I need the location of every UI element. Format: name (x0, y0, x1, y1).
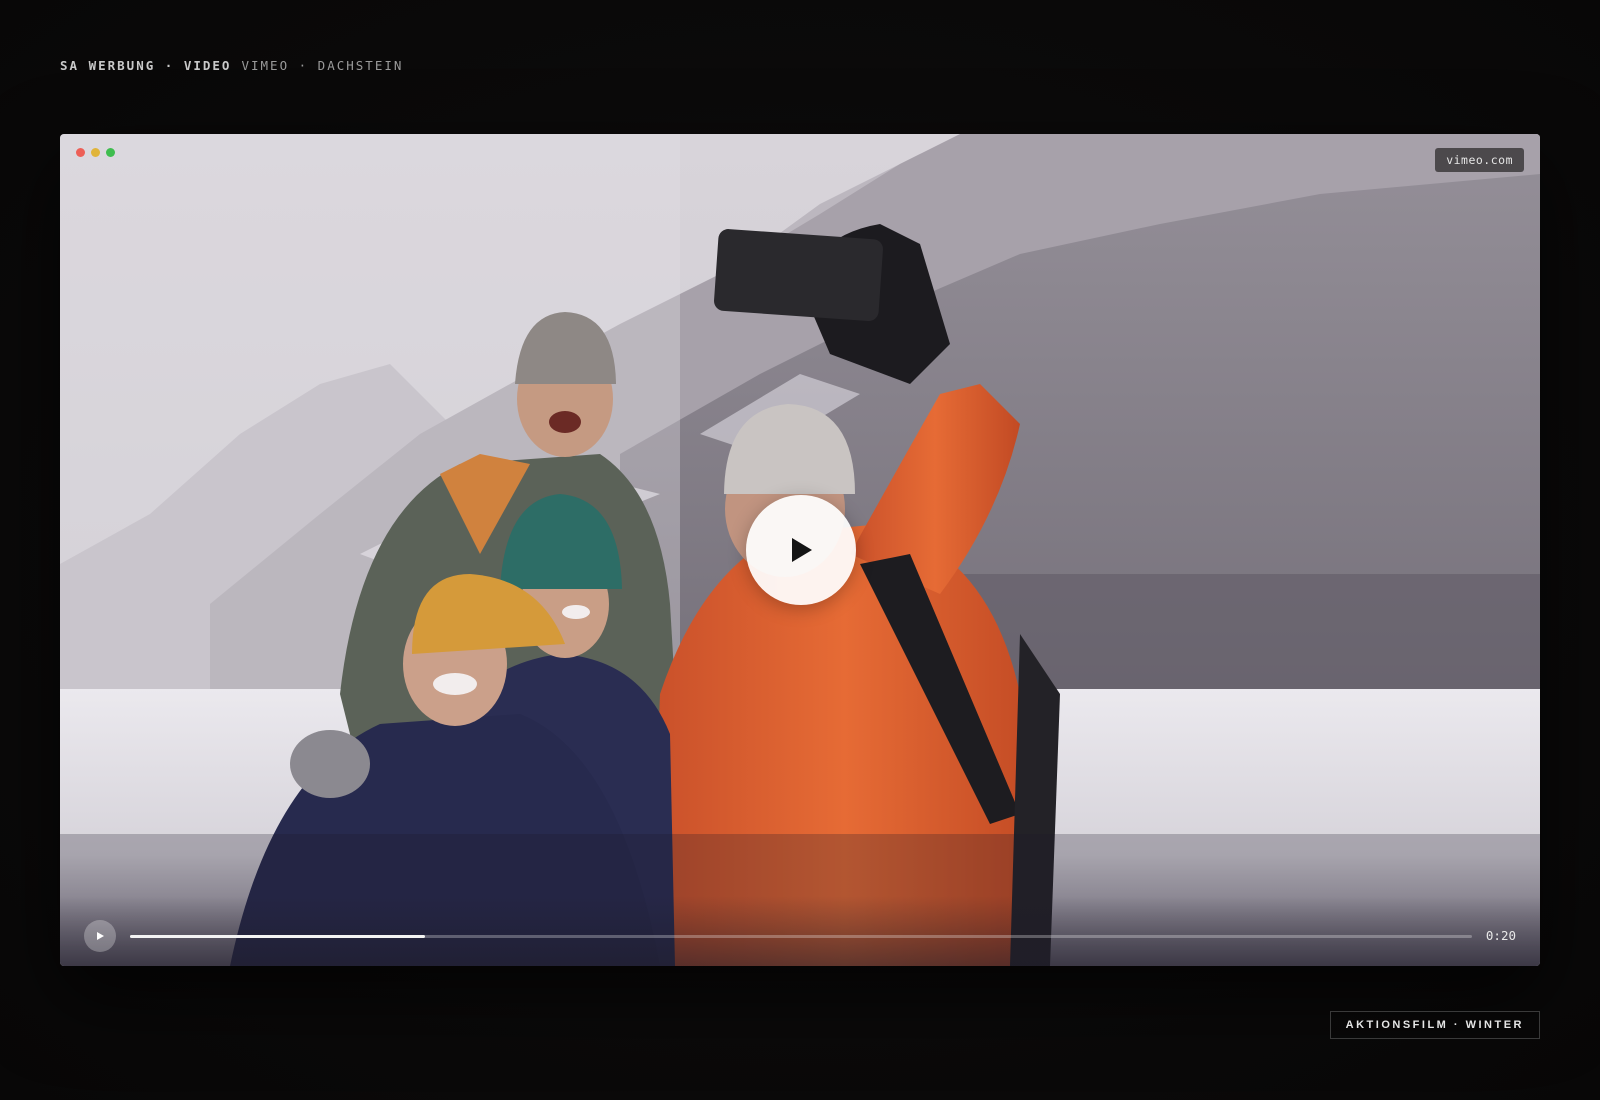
player-controls: 0:20 (60, 896, 1540, 966)
progress-fill (130, 935, 426, 938)
progress-bar[interactable] (130, 935, 1472, 938)
header-subtitle: VIMEO · DACHSTEIN (241, 58, 404, 73)
play-icon (792, 538, 812, 562)
time-display: 0:20 (1485, 928, 1516, 943)
video-player[interactable]: vimeo.com 0:20 (60, 134, 1540, 966)
big-play-button[interactable] (746, 495, 856, 605)
window-dot-yellow[interactable] (91, 148, 100, 157)
brand-label: SA WERBUNG · VIDEO (60, 58, 232, 73)
window-dot-green[interactable] (106, 148, 115, 157)
play-button[interactable] (84, 920, 116, 952)
play-icon (97, 932, 104, 940)
category-tag: AKTIONSFILM · WINTER (1329, 1011, 1540, 1039)
source-badge[interactable]: vimeo.com (1435, 148, 1524, 172)
window-dot-red[interactable] (76, 148, 85, 157)
window-dots (76, 148, 115, 157)
page-header: SA WERBUNG · VIDEO VIMEO · DACHSTEIN (60, 58, 403, 73)
